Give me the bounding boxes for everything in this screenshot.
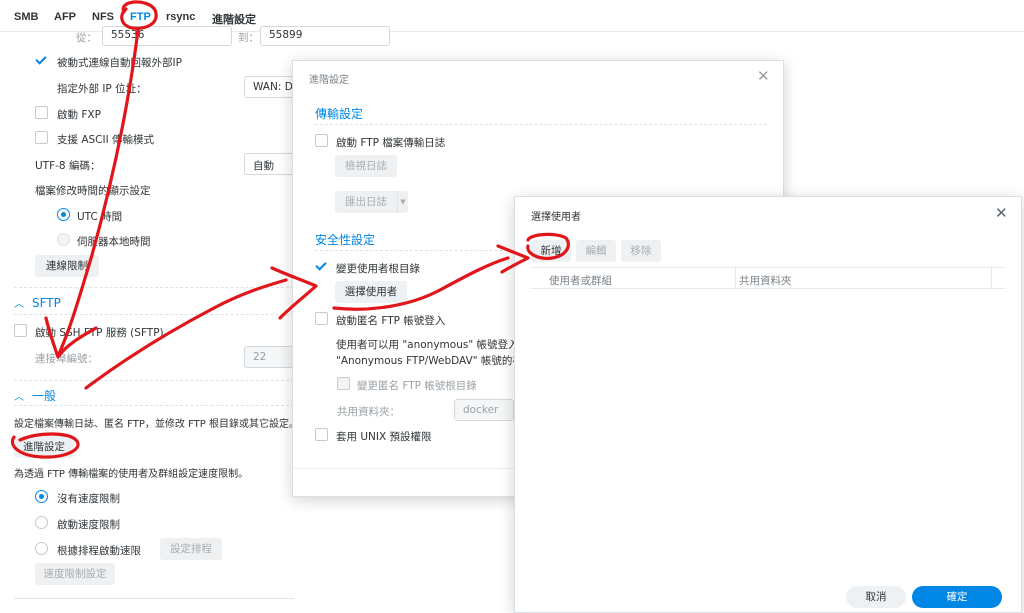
passive-auto-report-checkbox[interactable] (35, 54, 48, 67)
utf8-label: UTF-8 編碼： (35, 160, 101, 172)
no-speed-limit-radio[interactable] (35, 490, 48, 503)
local-time-radio[interactable] (57, 233, 70, 246)
general-section-title: 一般 (32, 389, 57, 403)
divider (14, 314, 294, 315)
utc-time-radio[interactable] (57, 208, 70, 221)
view-log-button[interactable]: 檢視日誌 (335, 155, 397, 177)
close-icon[interactable]: ✕ (757, 69, 770, 84)
cancel-button[interactable]: 取消 (846, 586, 906, 608)
no-speed-limit-label: 沒有速度限制 (57, 493, 120, 505)
remove-button[interactable]: 移除 (621, 240, 661, 262)
divider (14, 598, 294, 599)
fxp-label: 啟動 FXP (57, 109, 101, 121)
tab-rsync[interactable]: rsync (166, 11, 195, 23)
set-schedule-button[interactable]: 設定排程 (160, 538, 222, 560)
anonymous-desc-line1: 使用者可以用 "anonymous" 帳號登入FT (336, 339, 531, 351)
enable-speed-limit-radio[interactable] (35, 516, 48, 529)
speed-desc: 為透過 FTP 傳輸檔案的使用者及群組設定速度限制。 (14, 469, 249, 480)
sftp-port-label: 連接埠編號： (35, 353, 98, 365)
export-log-button[interactable]: 匯出日誌 (335, 191, 397, 213)
schedule-speed-limit-radio[interactable] (35, 542, 48, 555)
port-to-label: 到： (238, 32, 259, 44)
divider (315, 124, 767, 125)
select-user-dialog-title: 選擇使用者 (531, 212, 581, 223)
sftp-enable-label: 啟動 SSH FTP 服務 (SFTP) (35, 327, 164, 339)
anonymous-login-label: 啟動匿名 FTP 帳號登入 (336, 315, 446, 327)
edit-button[interactable]: 編輯 (576, 240, 616, 262)
port-from-label: 從： (76, 32, 97, 44)
local-time-label: 伺服器本地時間 (77, 236, 151, 248)
mtime-label: 檔案修改時間的顯示設定 (35, 185, 151, 197)
utc-time-label: UTC 時間 (77, 211, 123, 223)
change-anon-root-checkbox[interactable] (337, 377, 350, 390)
divider (14, 287, 294, 288)
change-anon-root-label: 變更匿名 FTP 帳號根目錄 (357, 380, 477, 392)
sftp-section-title: SFTP (32, 296, 61, 310)
tab-ftp[interactable]: FTP (130, 11, 151, 23)
close-icon[interactable]: ✕ (995, 206, 1008, 221)
chevron-up-icon: ︿ (14, 299, 24, 310)
tab-smb[interactable]: SMB (14, 11, 38, 23)
column-divider (991, 268, 992, 288)
security-section-title: 安全性設定 (315, 233, 376, 247)
enable-log-label: 啟動 FTP 檔案傳輸日誌 (336, 137, 446, 149)
col-shared-folder[interactable]: 共用資料夾 (739, 273, 792, 288)
sftp-enable-checkbox[interactable] (14, 324, 27, 337)
tab-advanced[interactable]: 進階設定 (212, 11, 256, 27)
external-ip-label: 指定外部 IP 位址： (57, 83, 147, 95)
schedule-speed-limit-label: 根據排程啟動速限 (57, 545, 141, 557)
enable-log-checkbox[interactable] (315, 134, 328, 147)
enable-speed-limit-label: 啟動速度限制 (57, 519, 120, 531)
user-table-body (531, 289, 1005, 569)
anonymous-login-checkbox[interactable] (315, 312, 328, 325)
transfer-section-title: 傳輸設定 (315, 107, 364, 121)
connection-limit-button[interactable]: 連線限制 (35, 255, 99, 277)
unix-perm-label: 套用 UNIX 預設權限 (336, 431, 432, 443)
general-desc: 設定檔案傳輸日誌、匿名 FTP，並修改 FTP 根目錄或其它設定。 (14, 419, 299, 430)
tab-nfs[interactable]: NFS (92, 11, 114, 23)
change-root-checkbox[interactable] (315, 260, 328, 273)
ascii-label: 支援 ASCII 傳輸模式 (57, 134, 155, 146)
general-section-header[interactable]: ︿ 一般 (14, 387, 56, 404)
chevron-down-icon[interactable]: ▼ (397, 191, 408, 213)
shared-folder-select[interactable]: docker (454, 399, 514, 421)
port-from-input[interactable]: 55536 (102, 26, 232, 46)
divider (14, 380, 294, 381)
passive-auto-report-label: 被動式連線自動回報外部IP (57, 57, 182, 69)
advanced-dialog-title: 進階設定 (309, 75, 349, 86)
chevron-up-icon: ︿ (14, 392, 24, 403)
anonymous-desc-line2: "Anonymous FTP/WebDAV" 帳號的存 (336, 355, 523, 367)
select-user-dialog: 選擇使用者 ✕ 新增 編輯 移除 使用者或群組 共用資料夾 取消 確定 (514, 196, 1022, 613)
col-user-or-group[interactable]: 使用者或群組 (549, 273, 612, 288)
ok-button[interactable]: 確定 (912, 586, 1002, 608)
user-table-header: 使用者或群組 共用資料夾 (531, 267, 1005, 289)
port-to-input[interactable]: 55899 (260, 26, 390, 46)
shared-folder-label: 共用資料夾： (337, 406, 400, 418)
speed-limit-settings-button[interactable]: 速度限制設定 (35, 563, 115, 585)
fxp-checkbox[interactable] (35, 106, 48, 119)
select-user-button[interactable]: 選擇使用者 (335, 281, 407, 303)
tab-afp[interactable]: AFP (54, 11, 76, 23)
sftp-section-header[interactable]: ︿ SFTP (14, 295, 61, 310)
change-root-label: 變更使用者根目錄 (336, 263, 420, 275)
unix-perm-checkbox[interactable] (315, 428, 328, 441)
ascii-checkbox[interactable] (35, 131, 48, 144)
add-button[interactable]: 新增 (531, 240, 571, 262)
advanced-settings-button[interactable]: 進階設定 (14, 436, 74, 458)
column-divider (735, 268, 736, 288)
divider (14, 405, 294, 406)
